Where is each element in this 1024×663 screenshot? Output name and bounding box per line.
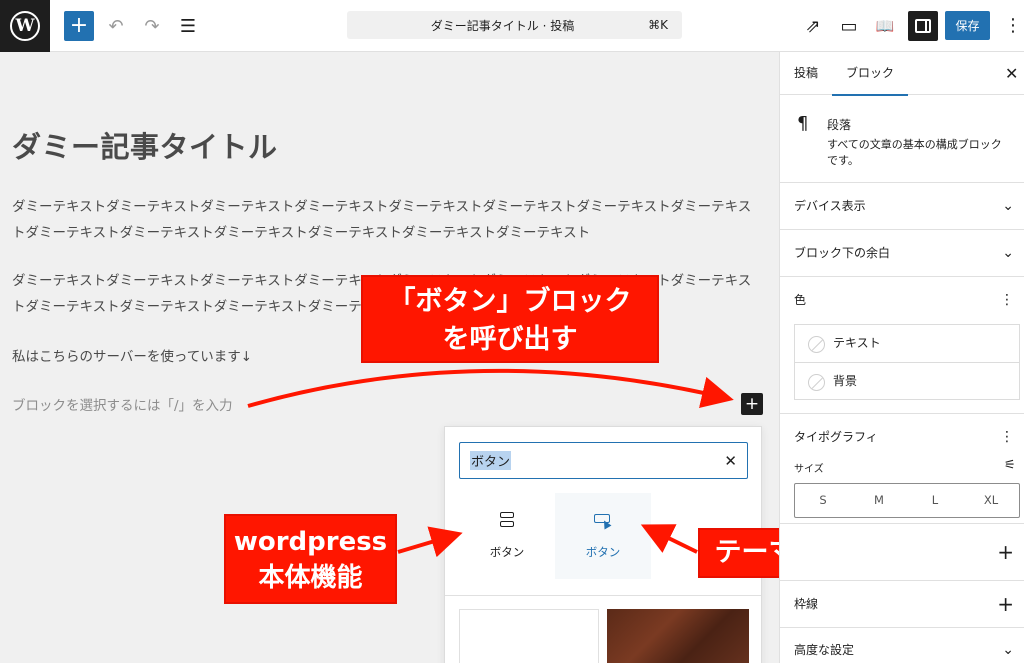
undo-button[interactable]: ↶	[100, 10, 132, 42]
post-title[interactable]: ダミー記事タイトル	[12, 124, 278, 166]
wordpress-logo-button[interactable]: W	[0, 0, 50, 52]
wordpress-logo-icon: W	[10, 11, 40, 41]
book-icon: 📖	[875, 17, 895, 35]
empty-swatch-icon	[808, 336, 825, 353]
block-inserter-toggle[interactable]: +	[64, 11, 94, 41]
chevron-down-icon: ⌄	[1002, 245, 1014, 261]
panel-title: タイポグラフィ	[794, 430, 878, 444]
options-button[interactable]: ⋮	[1004, 13, 1022, 39]
panel-title: ブロック下の余白	[794, 246, 891, 260]
sidebar-tabs: 投稿 ブロック ✕	[780, 52, 1024, 96]
panel-typography: タイポグラフィ ⋮ サイズ ⚟ S M L XL	[780, 414, 1024, 524]
block-card: ¶ 段落 すべての文章の基本の構成ブロックです。	[780, 95, 1024, 183]
block-search-input[interactable]: ボタン ✕	[459, 442, 748, 479]
panel-color: 色 ⋮ テキスト 背景	[780, 277, 1024, 414]
kebab-icon[interactable]: ⋮	[1000, 414, 1014, 460]
font-size-xl[interactable]: XL	[963, 484, 1019, 517]
empty-swatch-icon	[808, 374, 825, 391]
block-card-title: 段落	[827, 118, 852, 132]
redo-icon: ↷	[144, 15, 160, 37]
shortcut-hint: ⌘K	[648, 18, 668, 32]
settings-toggle[interactable]	[908, 11, 938, 41]
font-size-m[interactable]: M	[851, 484, 907, 517]
panel-title: デバイス表示	[794, 199, 866, 213]
top-toolbar: W + ↶ ↷ ☰ ダミー記事タイトル · 投稿 ⌘K ⇗ ▭ 📖 保存 ⋮	[0, 0, 1024, 52]
block-option-label: ボタン	[489, 545, 525, 559]
callout-line: 「ボタン」ブロック	[388, 286, 632, 317]
chevron-down-icon: ⌄	[1002, 642, 1014, 658]
divider	[445, 595, 761, 596]
inline-inserter-button[interactable]: +	[741, 393, 763, 415]
sidebar-panel-icon	[915, 19, 931, 33]
view-post-button[interactable]: ⇗	[797, 10, 829, 42]
panel-title: 枠線	[794, 597, 819, 611]
close-sidebar-button[interactable]: ✕	[1005, 52, 1018, 95]
plus-icon: +	[997, 540, 1014, 564]
panel-title: 高度な設定	[794, 643, 855, 657]
callout-line: を呼び出す	[442, 324, 578, 355]
panel-device-display[interactable]: デバイス表示 ⌄	[780, 183, 1024, 230]
panel-dimensions[interactable]: +	[780, 524, 1024, 581]
color-item-text[interactable]: テキスト	[795, 325, 1019, 362]
command-palette-button[interactable]: ダミー記事タイトル · 投稿 ⌘K	[347, 11, 682, 39]
block-option-core-buttons[interactable]: ボタン	[459, 493, 555, 579]
font-size-s[interactable]: S	[795, 484, 851, 517]
color-item-background[interactable]: 背景	[795, 362, 1019, 399]
kebab-icon[interactable]: ⋮	[1000, 277, 1014, 323]
undo-icon: ↶	[108, 15, 124, 37]
annotation-callout-call-button: 「ボタン」ブロック を呼び出す	[361, 275, 659, 363]
paragraph-icon: ¶	[797, 113, 809, 134]
help-button[interactable]: 📖	[869, 10, 901, 42]
buttons-icon	[500, 512, 514, 530]
desktop-icon: ▭	[840, 15, 858, 37]
pattern-preview[interactable]	[607, 609, 749, 663]
kebab-icon: ⋮	[1004, 15, 1022, 36]
save-button[interactable]: 保存	[945, 11, 990, 40]
paragraph-block[interactable]: ダミーテキストダミーテキストダミーテキストダミーテキストダミーテキストダミーテキ…	[12, 194, 752, 246]
document-overview-button[interactable]: ☰	[172, 10, 204, 42]
chevron-down-icon: ⌄	[1002, 198, 1014, 214]
color-label: テキスト	[833, 336, 881, 350]
tab-block[interactable]: ブロック	[832, 52, 908, 96]
list-view-icon: ☰	[179, 15, 197, 37]
empty-block-placeholder[interactable]: ブロックを選択するには「/」を入力	[12, 394, 233, 414]
close-icon: ✕	[1005, 64, 1019, 83]
panel-border[interactable]: 枠線 +	[780, 581, 1024, 628]
pattern-preview[interactable]	[459, 609, 599, 663]
document-title: ダミー記事タイトル · 投稿	[430, 18, 575, 33]
clear-search-icon[interactable]: ✕	[724, 452, 737, 470]
callout-line: wordpress	[233, 527, 388, 557]
callout-line: 本体機能	[258, 563, 363, 593]
panel-bottom-margin[interactable]: ブロック下の余白 ⌄	[780, 230, 1024, 277]
size-label: サイズ	[794, 464, 824, 475]
panel-advanced[interactable]: 高度な設定 ⌄	[780, 628, 1024, 663]
plus-icon: +	[997, 592, 1014, 616]
annotation-callout-core: wordpress 本体機能	[224, 514, 397, 604]
preview-button[interactable]: ▭	[833, 10, 865, 42]
tab-post[interactable]: 投稿	[794, 52, 818, 95]
block-option-label: ボタン	[585, 545, 621, 559]
color-label: 背景	[833, 374, 858, 388]
custom-size-toggle[interactable]: ⚟	[1004, 458, 1016, 473]
theme-button-icon	[594, 512, 612, 530]
font-size-l[interactable]: L	[907, 484, 963, 517]
redo-button[interactable]: ↷	[136, 10, 168, 42]
font-size-picker: S M L XL	[794, 483, 1020, 518]
search-value: ボタン	[470, 451, 512, 470]
settings-sidebar: 投稿 ブロック ✕ ¶ 段落 すべての文章の基本の構成ブロックです。 デバイス表…	[779, 52, 1024, 663]
block-card-description: すべての文章の基本の構成ブロックです。	[827, 138, 1002, 167]
panel-title: 色	[794, 293, 807, 307]
color-list: テキスト 背景	[794, 324, 1020, 400]
block-editor: W + ↶ ↷ ☰ ダミー記事タイトル · 投稿 ⌘K ⇗ ▭ 📖 保存 ⋮ ダ…	[0, 0, 1024, 663]
external-link-icon: ⇗	[805, 15, 821, 37]
block-option-theme-button[interactable]: ボタン	[555, 493, 651, 579]
